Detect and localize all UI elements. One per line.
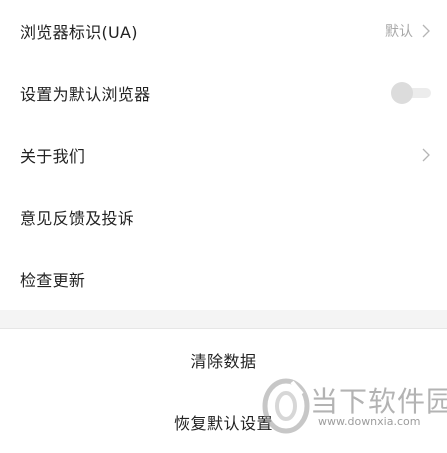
setting-row-check-update[interactable]: 检查更新 (0, 248, 447, 310)
setting-row-about-us[interactable]: 关于我们 (0, 124, 447, 186)
setting-row-user-agent[interactable]: 浏览器标识(UA) 默认 (0, 0, 447, 62)
setting-row-feedback[interactable]: 意见反馈及投诉 (0, 186, 447, 248)
toggle-knob (391, 82, 413, 104)
chevron-right-icon (421, 147, 431, 163)
actions-section: 清除数据 恢复默认设置 (0, 329, 447, 453)
setting-label-check-update: 检查更新 (20, 271, 86, 290)
setting-label-default-browser: 设置为默认浏览器 (20, 85, 151, 104)
restore-defaults-button[interactable]: 恢复默认设置 (0, 391, 447, 453)
default-browser-toggle[interactable] (391, 82, 431, 104)
section-divider (0, 310, 447, 329)
settings-list: 浏览器标识(UA) 默认 设置为默认浏览器 关于我们 意见反馈及投诉 检查更新 (0, 0, 447, 310)
setting-value-user-agent: 默认 (385, 24, 413, 40)
chevron-right-icon (421, 23, 431, 39)
setting-label-user-agent: 浏览器标识(UA) (20, 23, 138, 42)
setting-label-feedback: 意见反馈及投诉 (20, 209, 135, 228)
clear-data-button[interactable]: 清除数据 (0, 329, 447, 391)
setting-row-default-browser[interactable]: 设置为默认浏览器 (0, 62, 447, 124)
setting-label-about-us: 关于我们 (20, 147, 86, 166)
